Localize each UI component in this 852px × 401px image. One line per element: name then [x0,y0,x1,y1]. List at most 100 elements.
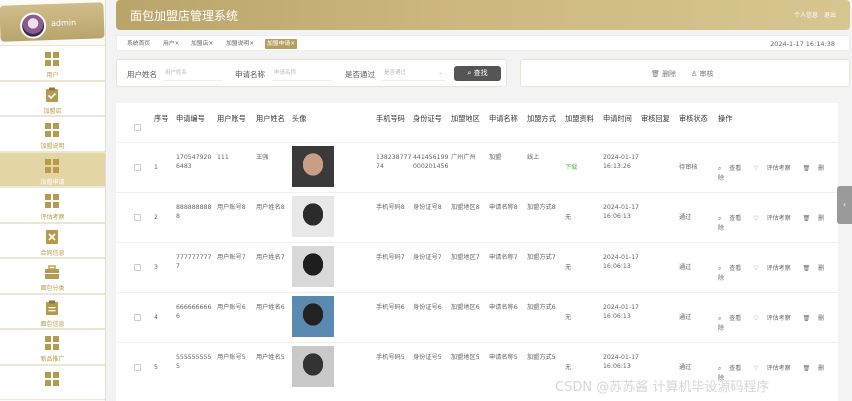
sidebar-item-7[interactable]: 面包信息 [0,293,105,329]
column-header[interactable]: 操作 [718,113,778,125]
user-name: admin [50,18,77,29]
cell-time: 2024-01-17 16:06:13 [603,304,639,320]
sidebar-item-6[interactable]: 面包分类 [0,258,105,294]
clipboard-icon [44,300,60,316]
row-checkbox[interactable] [134,164,141,171]
sidebar-item-0[interactable]: 用户 [0,45,105,81]
cell-idcard: 身份证号8 [413,204,442,211]
cell-apply-name: 申请名称6 [489,304,518,311]
view-button[interactable]: ⌕ 查看 [718,215,747,222]
cell-apply-name: 申请名称5 [489,354,518,361]
cell-phone: 手机号码8 [376,204,405,211]
column-header[interactable]: 用户账号 [217,113,253,125]
column-header[interactable]: 头像 [292,113,332,125]
tag-application[interactable]: 加盟申请× [265,39,298,49]
grid-icon [44,122,60,138]
grid-icon [44,51,60,67]
bulk-delete-label: 删除 [662,70,677,78]
search-button[interactable]: ⌕ 查找 [454,66,501,81]
row-checkbox[interactable] [134,214,141,221]
cell-material[interactable]: 无 [565,363,601,372]
row-actions: ⌕ 查看 ♡ 评估考察 🗑 删除 [718,213,838,232]
view-button[interactable]: ⌕ 查看 [718,165,747,172]
sidebar-item-label: 合同信息 [40,249,65,257]
column-header[interactable]: 手机号码 [376,113,412,125]
cell-time: 2024-01-17 16:13:26 [603,154,639,170]
select-all-checkbox[interactable] [134,124,141,131]
review-button[interactable]: ♙ 审核 [691,69,714,79]
column-header[interactable]: 用户姓名 [256,113,290,125]
cell-phone: 手机号码6 [376,304,405,311]
cell-account: 用户账号5 [217,354,246,361]
heart-icon: ♡ [753,365,761,372]
cell-idcard: 身份证号6 [413,304,442,311]
cell-material[interactable]: 无 [565,263,601,272]
search-icon: ⌕ [718,365,724,372]
column-header[interactable]: 身份证号 [413,113,449,125]
sidebar-menu: 用户 加盟店 加盟说明 加盟申请 评估考察合同信息 面包分类 面包信息 新品推广 [0,45,105,400]
view-button-label: 查看 [729,265,742,272]
row-checkbox[interactable] [134,264,141,271]
column-header[interactable]: 审核回复 [641,113,677,125]
cell-name: 用户姓名5 [256,354,285,361]
view-button[interactable]: ⌕ 查看 [718,265,747,272]
cell-material[interactable]: 下载 [565,163,601,172]
column-header[interactable]: 加盟地区 [451,113,487,125]
cell-name: 用户姓名7 [256,254,285,261]
evaluate-button[interactable]: ♡ 评估考察 [753,265,796,272]
profile-link[interactable]: 个人信息 [794,12,818,19]
bulk-delete-button[interactable]: 🗑 删除 [651,69,676,79]
avatar-photo [292,146,334,187]
view-button[interactable]: ⌕ 查看 [718,365,747,372]
column-header[interactable]: 申请编号 [176,113,214,125]
row-checkbox[interactable] [134,314,141,321]
sidebar-item-1[interactable]: 加盟店 [0,80,105,116]
sidebar-item-9[interactable] [0,364,105,400]
grid-icon [44,158,60,174]
tag-user[interactable]: 用户× [161,39,181,49]
logout-link[interactable]: 退出 [824,12,836,19]
approved-select[interactable]: 是否通过 [382,66,446,81]
tag-store[interactable]: 加盟店× [189,39,215,49]
cell-time: 2024-01-17 16:06:13 [603,204,639,220]
sidebar-item-label: 用户 [46,72,59,79]
column-header[interactable]: 申请名称 [489,113,525,125]
sidebar-item-8[interactable]: 新品推广 [0,329,105,365]
evaluate-button[interactable]: ♡ 评估考察 [753,365,796,372]
column-header[interactable]: 序号 [154,113,172,125]
clipboard-check-icon [44,87,60,103]
row-checkbox[interactable] [134,364,141,371]
user-name-input[interactable]: 用户姓名 [163,66,223,81]
cell-idcard: 441456199000201456 [413,154,449,170]
tag-instructions[interactable]: 加盟说明× [224,39,256,49]
sidebar-item-5[interactable]: 合同信息 [0,222,105,258]
view-button-label: 查看 [729,165,742,172]
cell-material[interactable]: 无 [565,313,601,322]
apply-name-input[interactable]: 申请名称 [272,66,332,81]
table-row: 2 8888888888 用户账号8 用户姓名8 手机号码8 身份证号8 加盟地区8 申请名称… [116,192,838,242]
cell-material[interactable]: 无 [565,213,601,222]
column-header[interactable]: 申请时间 [603,113,639,125]
column-header[interactable]: 加盟资料 [565,113,601,125]
tag-home[interactable]: 系统首页 [125,39,152,49]
view-button[interactable]: ⌕ 查看 [718,315,747,322]
sidebar-item-3[interactable]: 加盟申请 [0,151,105,187]
cell-status: 通过 [679,214,692,221]
evaluate-button[interactable]: ♡ 评估考察 [753,215,796,222]
sidebar: admin 用户 加盟店 加盟说明 加盟申请 评估考察合同信息 面包分类 面包信息 新品推广 [0,0,106,401]
table-row: 3 7777777777 用户账号7 用户姓名7 手机号码7 身份证号7 加盟地区7 申请名称… [116,242,838,292]
cell-apply-id: 7777777777 [176,254,212,270]
evaluate-button[interactable]: ♡ 评估考察 [753,165,796,172]
row-actions: ⌕ 查看 ♡ 评估考察 🗑 删除 [718,163,838,182]
column-header[interactable]: 加盟方式 [527,113,563,125]
cell-method: 加盟方式8 [527,204,556,211]
sidebar-item-4[interactable]: 评估考察 [0,187,105,223]
cell-status: 通过 [679,264,692,271]
cell-apply-name: 申请名称8 [489,204,518,211]
column-header[interactable]: 审核状态 [679,113,715,125]
cell-region: 加盟地区6 [451,304,480,311]
evaluate-button[interactable]: ♡ 评估考察 [753,315,796,322]
sidebar-item-2[interactable]: 加盟说明 [0,116,105,152]
side-toggle[interactable]: ‹ [837,186,852,224]
cell-status: 待审核 [679,164,698,171]
